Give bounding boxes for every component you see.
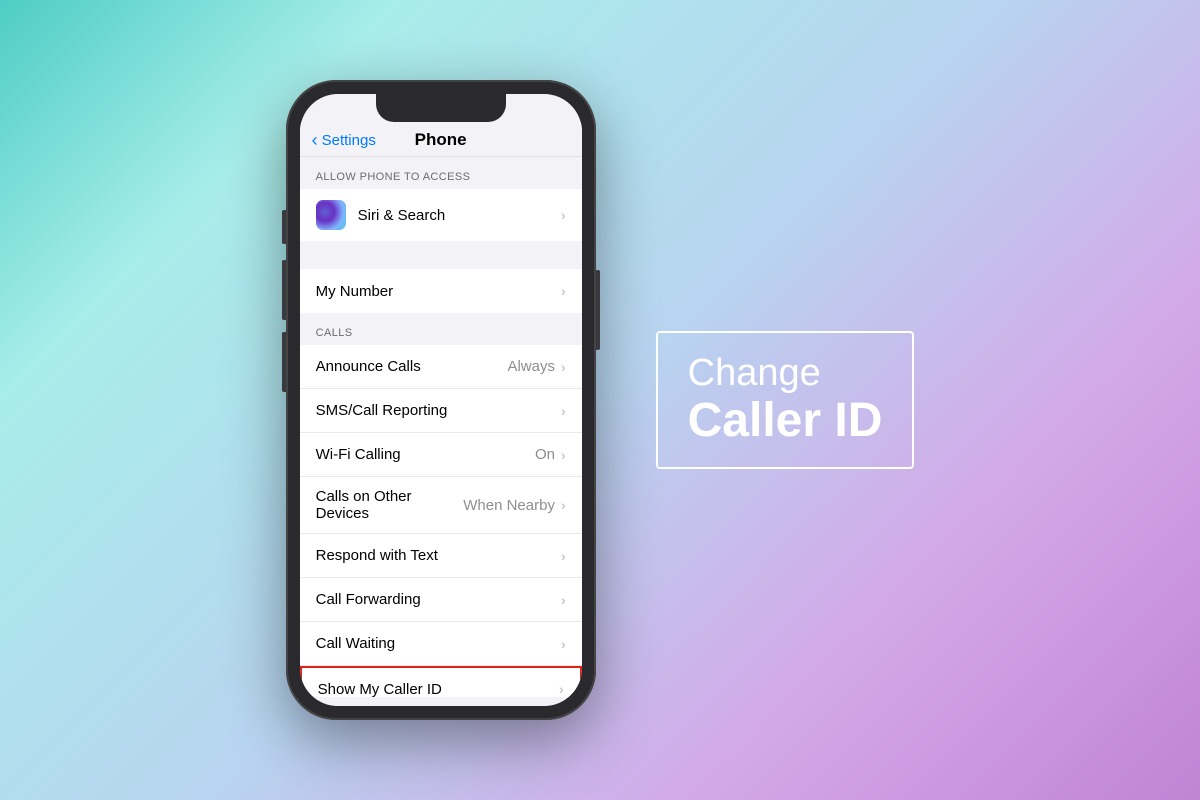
call-waiting-label: Call Waiting xyxy=(316,635,561,652)
chevron-right-icon-3: › xyxy=(561,359,566,375)
settings-list: ALLOW PHONE TO ACCESS Siri & Search › xyxy=(300,157,582,697)
sms-reporting-label: SMS/Call Reporting xyxy=(316,402,561,419)
wifi-calling-label: Wi-Fi Calling xyxy=(316,446,535,463)
back-label: Settings xyxy=(322,132,376,149)
chevron-right-icon-6: › xyxy=(561,497,566,513)
show-caller-id-label: Show My Caller ID xyxy=(318,681,559,698)
list-item-show-caller-id[interactable]: Show My Caller ID › xyxy=(300,666,582,697)
settings-group-mynumber: My Number › xyxy=(300,269,582,313)
list-item-call-forwarding[interactable]: Call Forwarding › xyxy=(300,578,582,622)
list-item-my-number[interactable]: My Number › xyxy=(300,269,582,313)
phone-notch xyxy=(376,94,506,122)
settings-group-allow: Siri & Search › xyxy=(300,189,582,241)
callout-line2: Caller ID xyxy=(688,395,883,448)
chevron-right-icon-10: › xyxy=(559,681,564,697)
list-item-calls-other-devices[interactable]: Calls on Other Devices When Nearby › xyxy=(300,477,582,534)
callout-box: Change Caller ID xyxy=(656,331,915,470)
settings-group-calls: Announce Calls Always › SMS/Call Reporti… xyxy=(300,345,582,697)
list-item-respond-text[interactable]: Respond with Text › xyxy=(300,534,582,578)
list-item-announce-calls[interactable]: Announce Calls Always › xyxy=(300,345,582,389)
back-button[interactable]: ‹ Settings xyxy=(312,131,376,149)
list-item-wifi-calling[interactable]: Wi-Fi Calling On › xyxy=(300,433,582,477)
phone-button-power xyxy=(596,270,600,350)
section-header-allow: ALLOW PHONE TO ACCESS xyxy=(300,157,582,189)
call-forwarding-label: Call Forwarding xyxy=(316,591,561,608)
right-panel: Change Caller ID xyxy=(656,331,915,470)
calls-other-devices-value: When Nearby xyxy=(463,497,555,514)
phone-button-volume-down xyxy=(282,332,286,392)
section-header-calls: CALLS xyxy=(300,313,582,345)
chevron-right-icon: › xyxy=(561,207,566,223)
chevron-right-icon-2: › xyxy=(561,283,566,299)
chevron-right-icon-8: › xyxy=(561,592,566,608)
announce-calls-value: Always xyxy=(507,358,555,375)
phone-button-volume-up xyxy=(282,260,286,320)
list-item-sms-reporting[interactable]: SMS/Call Reporting › xyxy=(300,389,582,433)
announce-calls-label: Announce Calls xyxy=(316,358,508,375)
my-number-label: My Number xyxy=(316,283,561,300)
siri-icon-bg xyxy=(316,200,346,230)
list-item-siri-search[interactable]: Siri & Search › xyxy=(300,189,582,241)
list-item-call-waiting[interactable]: Call Waiting › xyxy=(300,622,582,666)
calls-other-devices-label: Calls on Other Devices xyxy=(316,488,464,522)
chevron-right-icon-5: › xyxy=(561,447,566,463)
siri-icon xyxy=(316,200,346,230)
screen-header: ‹ Settings Phone xyxy=(300,122,582,157)
chevron-right-icon-7: › xyxy=(561,548,566,564)
chevron-right-icon-9: › xyxy=(561,636,566,652)
wifi-calling-value: On xyxy=(535,446,555,463)
back-chevron-icon: ‹ xyxy=(312,131,318,149)
callout-line1: Change xyxy=(688,353,883,395)
separator-1 xyxy=(300,241,582,269)
chevron-right-icon-4: › xyxy=(561,403,566,419)
phone-body: ‹ Settings Phone ALLOW PHONE TO ACCESS xyxy=(286,80,596,720)
siri-search-label: Siri & Search xyxy=(358,207,561,224)
screen-title: Phone xyxy=(415,130,467,150)
phone-screen: ‹ Settings Phone ALLOW PHONE TO ACCESS xyxy=(300,94,582,706)
scene: ‹ Settings Phone ALLOW PHONE TO ACCESS xyxy=(0,0,1200,800)
phone-device: ‹ Settings Phone ALLOW PHONE TO ACCESS xyxy=(286,80,596,720)
screen-content: ‹ Settings Phone ALLOW PHONE TO ACCESS xyxy=(300,122,582,706)
phone-button-mute xyxy=(282,210,286,244)
respond-text-label: Respond with Text xyxy=(316,547,561,564)
